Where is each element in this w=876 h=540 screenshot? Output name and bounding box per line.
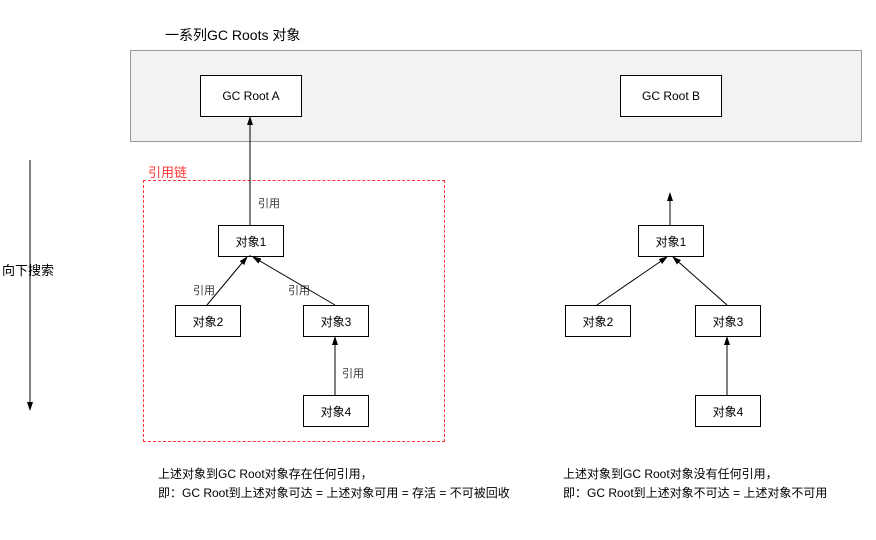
left-obj2-node: 对象2 — [175, 305, 241, 337]
right-obj2-node: 对象2 — [565, 305, 631, 337]
left-obj3-label: 对象3 — [321, 313, 352, 330]
gc-root-b-node: GC Root B — [620, 75, 722, 117]
gc-root-a-node: GC Root A — [200, 75, 302, 117]
search-direction-label: 向下搜索 — [2, 260, 54, 279]
gc-root-a-label: GC Root A — [222, 89, 279, 103]
left-caption-line2: 即：GC Root到上述对象可达 = 上述对象可用 = 存活 = 不可被回收 — [158, 484, 568, 503]
edge-label-obj3-obj4: 引用 — [342, 365, 364, 381]
right-caption: 上述对象到GC Root对象没有任何引用， 即：GC Root到上述对象不可达 … — [563, 465, 863, 503]
right-obj4-node: 对象4 — [695, 395, 761, 427]
right-obj1-label: 对象1 — [656, 233, 687, 250]
edge-label-obj1-obj2: 引用 — [193, 282, 215, 298]
right-obj2-label: 对象2 — [583, 313, 614, 330]
left-obj3-node: 对象3 — [303, 305, 369, 337]
right-obj4-label: 对象4 — [713, 403, 744, 420]
gc-root-b-label: GC Root B — [642, 89, 700, 103]
right-caption-line2: 即：GC Root到上述对象不可达 = 上述对象不可用 — [563, 484, 863, 503]
right-obj3-label: 对象3 — [713, 313, 744, 330]
left-obj1-node: 对象1 — [218, 225, 284, 257]
gc-roots-title: 一系列GC Roots 对象 — [165, 25, 300, 45]
left-obj4-label: 对象4 — [321, 403, 352, 420]
left-obj1-label: 对象1 — [236, 233, 267, 250]
right-caption-line1: 上述对象到GC Root对象没有任何引用， — [563, 465, 863, 484]
left-caption: 上述对象到GC Root对象存在任何引用， 即：GC Root到上述对象可达 =… — [158, 465, 568, 503]
right-obj1-node: 对象1 — [638, 225, 704, 257]
reference-chain-label: 引用链 — [148, 162, 187, 181]
edge-label-obj1-obj3: 引用 — [288, 282, 310, 298]
left-obj2-label: 对象2 — [193, 313, 224, 330]
left-obj4-node: 对象4 — [303, 395, 369, 427]
left-caption-line1: 上述对象到GC Root对象存在任何引用， — [158, 465, 568, 484]
edge-label-root-a-obj1: 引用 — [258, 195, 280, 211]
right-obj3-node: 对象3 — [695, 305, 761, 337]
